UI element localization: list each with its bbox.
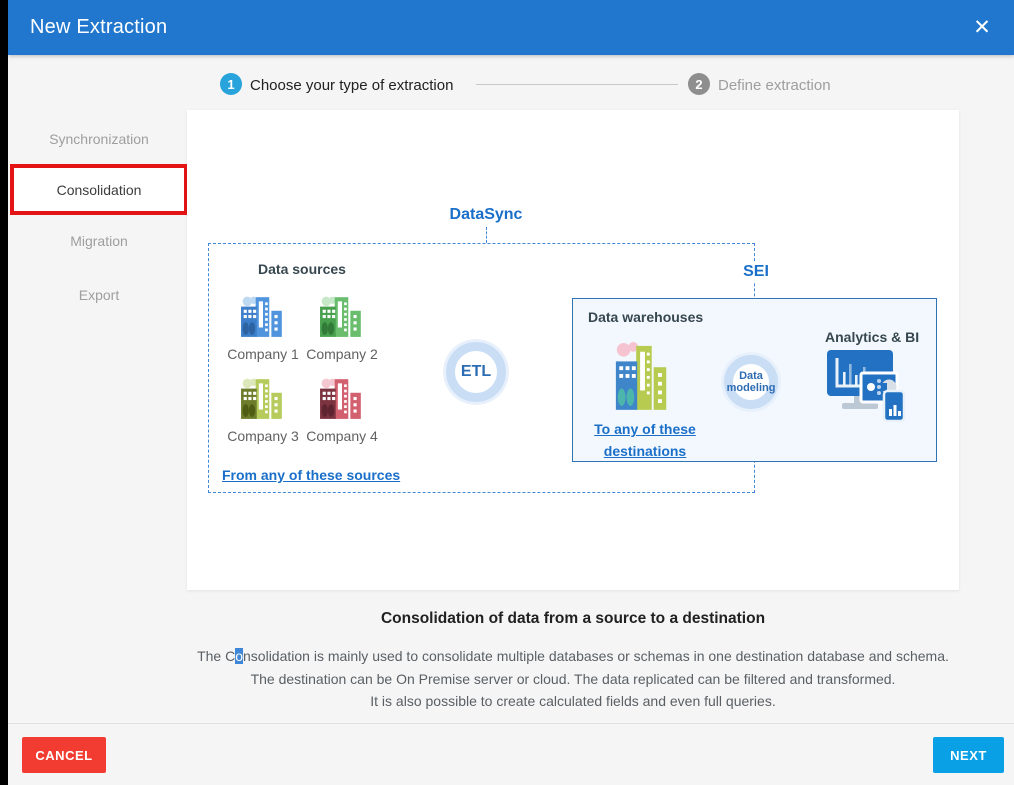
- destinations-link-line2[interactable]: destinations: [572, 443, 718, 459]
- company-3-label: Company 3: [223, 428, 303, 444]
- description-line1-post: nsolidation is mainly used to consolidat…: [243, 648, 949, 664]
- company-1-building-icon: [240, 295, 286, 337]
- description-line1-pre: The C: [197, 648, 235, 664]
- data-modeling-label-line1: Data: [739, 370, 763, 382]
- data-warehouses-title: Data warehouses: [588, 309, 703, 325]
- company-1-label: Company 1: [223, 346, 303, 362]
- step-1-indicator: 1: [220, 73, 242, 95]
- description-line-1: The Consolidation is mainly used to cons…: [147, 645, 999, 668]
- sidebar-item-synchronization[interactable]: Synchronization: [10, 131, 188, 147]
- close-icon[interactable]: ✕: [964, 9, 1000, 45]
- data-modeling-label-line2: modeling: [727, 382, 776, 394]
- sei-label: SEI: [735, 261, 777, 282]
- etl-circle: ETL: [446, 342, 506, 402]
- company-3-building-icon: [240, 377, 286, 419]
- stepper-connector: [476, 84, 678, 85]
- footer-divider: [8, 723, 1014, 724]
- step-2-indicator: 2: [688, 73, 710, 95]
- company-2-label: Company 2: [302, 346, 382, 362]
- datasync-label: DataSync: [436, 206, 536, 224]
- dialog-title: New Extraction: [30, 16, 167, 39]
- etl-label: ETL: [461, 363, 491, 381]
- destinations-link-line1[interactable]: To any of these: [572, 421, 718, 437]
- step-1-label: Choose your type of extraction: [250, 77, 453, 94]
- description-heading: Consolidation of data from a source to a…: [187, 610, 959, 628]
- analytics-bi-monitor-icon: [823, 348, 915, 422]
- text-selection-highlight: o: [235, 648, 243, 664]
- dialog-header: New Extraction ✕: [8, 0, 1014, 55]
- description-line-2: The destination can be On Premise server…: [147, 668, 999, 691]
- sidebar-item-migration[interactable]: Migration: [10, 233, 188, 249]
- analytics-bi-title: Analytics & BI: [825, 329, 919, 345]
- company-2-building-icon: [319, 295, 365, 337]
- cancel-button[interactable]: CANCEL: [22, 737, 106, 773]
- data-sources-title: Data sources: [232, 261, 372, 277]
- sidebar-item-export[interactable]: Export: [10, 287, 188, 303]
- description-body: The Consolidation is mainly used to cons…: [147, 645, 999, 713]
- step-2-label: Define extraction: [718, 77, 831, 94]
- data-warehouse-building-icon: [612, 338, 674, 410]
- sidebar-item-consolidation[interactable]: Consolidation: [10, 164, 188, 215]
- next-button[interactable]: NEXT: [933, 737, 1004, 773]
- company-4-label: Company 4: [302, 428, 382, 444]
- description-line-3: It is also possible to create calculated…: [147, 690, 999, 713]
- datasync-connector-line: [486, 227, 487, 243]
- data-modeling-circle: Data modeling: [724, 355, 778, 409]
- sources-link[interactable]: From any of these sources: [222, 467, 400, 483]
- sidebar-item-consolidation-label: Consolidation: [57, 182, 142, 198]
- backdrop-strip: [0, 0, 8, 785]
- company-4-building-icon: [319, 377, 365, 419]
